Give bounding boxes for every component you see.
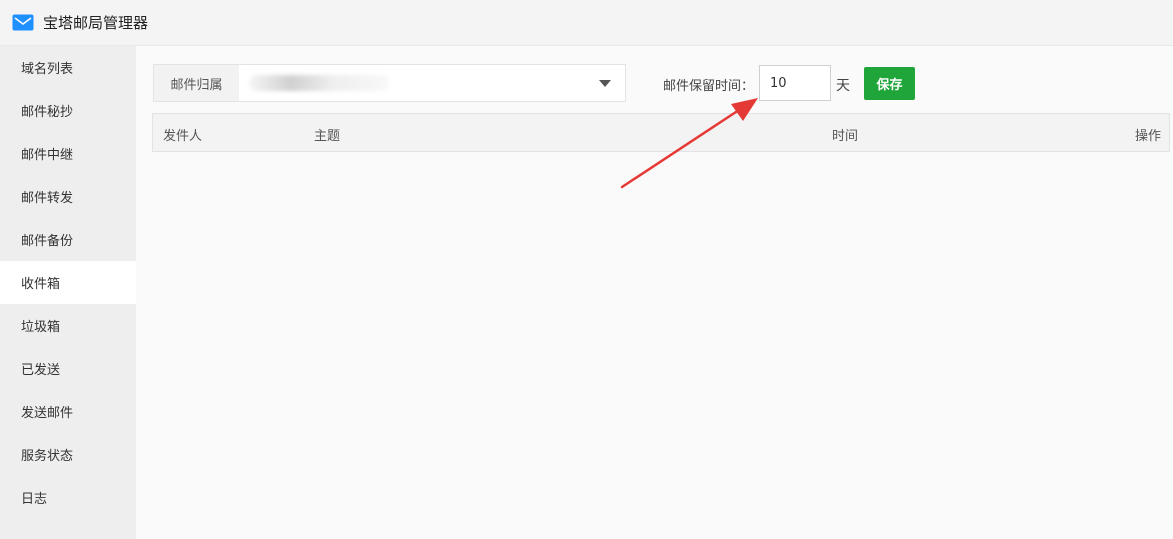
sidebar-item-mail-forward[interactable]: 邮件转发: [0, 175, 136, 218]
mail-owner-select[interactable]: [239, 64, 626, 102]
sidebar-item-label: 已发送: [21, 363, 61, 378]
sidebar-item-label: 邮件备份: [21, 234, 74, 249]
sidebar-item-domain-list[interactable]: 域名列表: [0, 46, 136, 89]
column-header-subject: 主题: [314, 129, 341, 144]
mail-manager-window: 宝塔邮局管理器 域名列表 邮件秘抄 邮件中继 邮件转发 邮件备份 收件箱 垃圾箱…: [0, 0, 1173, 539]
retention-label: 邮件保留时间：: [663, 79, 755, 94]
title-bar: 宝塔邮局管理器: [0, 0, 1173, 46]
sidebar-item-label: 发送邮件: [21, 406, 74, 421]
mail-owner-label: 邮件归属: [153, 64, 240, 102]
inbox-panel: 邮件归属 邮件保留时间： 天 保存 发件人 主题 时间 操作: [136, 46, 1173, 539]
sidebar-item-logs[interactable]: 日志: [0, 476, 136, 519]
sidebar-item-mail-relay[interactable]: 邮件中继: [0, 132, 136, 175]
sidebar-item-label: 日志: [21, 492, 48, 507]
sidebar-item-label: 邮件转发: [21, 191, 74, 206]
sidebar-item-label: 邮件中继: [21, 148, 74, 163]
sidebar-item-label: 邮件秘抄: [21, 105, 74, 120]
sidebar-item-inbox[interactable]: 收件箱: [0, 261, 136, 304]
sidebar-item-spam[interactable]: 垃圾箱: [0, 304, 136, 347]
sidebar-item-compose[interactable]: 发送邮件: [0, 390, 136, 433]
sidebar-item-mail-bcc[interactable]: 邮件秘抄: [0, 89, 136, 132]
days-unit-label: 天: [836, 78, 850, 94]
sidebar-item-label: 垃圾箱: [21, 320, 61, 335]
save-button[interactable]: 保存: [864, 67, 915, 100]
sidebar-item-sent[interactable]: 已发送: [0, 347, 136, 390]
column-header-time: 时间: [832, 129, 859, 144]
sidebar-item-service-status[interactable]: 服务状态: [0, 433, 136, 476]
sidebar-item-label: 服务状态: [21, 449, 74, 464]
mail-table-header: 发件人 主题 时间 操作: [152, 113, 1170, 152]
redacted-mailbox-value: [249, 75, 389, 91]
window-title: 宝塔邮局管理器: [43, 14, 149, 32]
retention-days-input[interactable]: [759, 65, 831, 101]
column-header-sender: 发件人: [163, 129, 203, 144]
mail-icon: [12, 14, 34, 31]
caret-down-icon: [599, 80, 611, 87]
sidebar: 域名列表 邮件秘抄 邮件中继 邮件转发 邮件备份 收件箱 垃圾箱 已发送 发送邮…: [0, 46, 136, 539]
sidebar-item-label: 收件箱: [21, 277, 61, 292]
sidebar-item-label: 域名列表: [21, 62, 74, 77]
column-header-action: 操作: [1134, 129, 1161, 144]
sidebar-item-mail-backup[interactable]: 邮件备份: [0, 218, 136, 261]
